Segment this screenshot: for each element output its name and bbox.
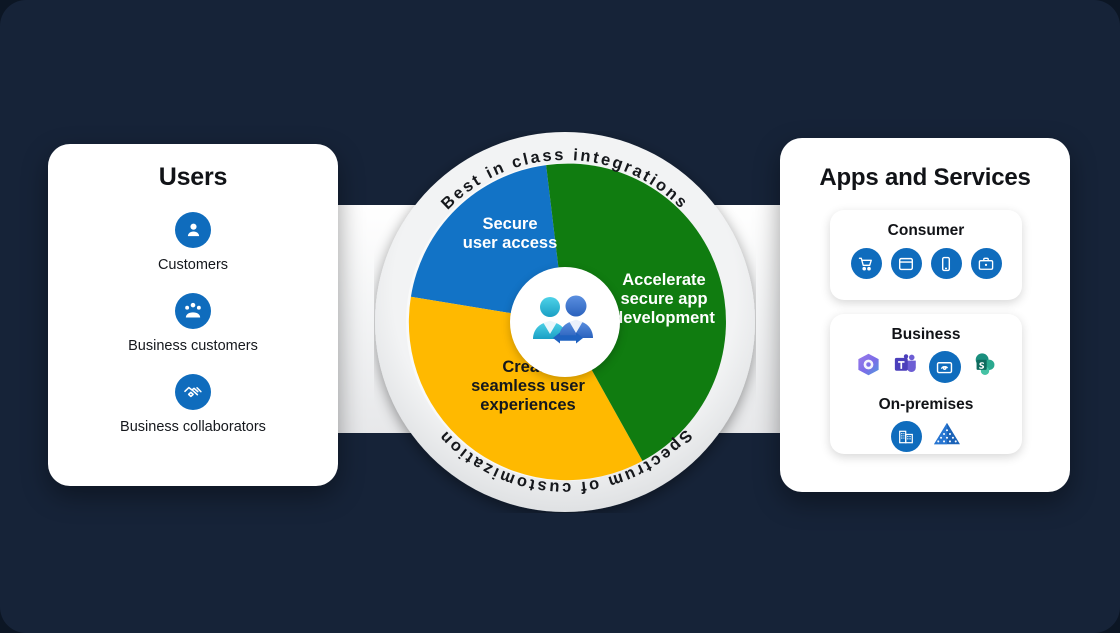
users-panel: Users Customers Business customers Busin… bbox=[48, 144, 338, 486]
business-icon-row bbox=[830, 351, 1022, 383]
users-item-business-collaborators[interactable]: Business collaborators bbox=[48, 374, 338, 435]
users-item-business-customers[interactable]: Business customers bbox=[48, 293, 338, 354]
shopping-cart-icon[interactable] bbox=[850, 248, 882, 279]
on-premises-icon-row bbox=[830, 421, 1022, 452]
office-building-icon[interactable] bbox=[890, 421, 922, 452]
active-directory-icon[interactable] bbox=[932, 421, 962, 452]
apps-panel-title: Apps and Services bbox=[819, 164, 1031, 191]
on-premises-title: On-premises bbox=[878, 396, 974, 413]
consumer-group-title: Consumer bbox=[887, 222, 965, 239]
users-item-label: Business customers bbox=[128, 338, 258, 354]
two-users-exchange-icon bbox=[533, 295, 593, 344]
infographic-canvas: Users Customers Business customers Busin… bbox=[0, 0, 1120, 633]
wheel-hub bbox=[510, 267, 620, 377]
mobile-phone-icon[interactable] bbox=[930, 248, 962, 279]
microsoft-teams-icon[interactable] bbox=[892, 351, 919, 383]
business-group-title: Business bbox=[891, 326, 961, 343]
person-icon bbox=[175, 212, 211, 248]
value-wheel: Best in class integrations Spectrum of c… bbox=[374, 131, 756, 513]
consumer-icon-row bbox=[830, 248, 1022, 279]
users-panel-title: Users bbox=[158, 163, 228, 191]
handshake-icon bbox=[175, 374, 211, 410]
briefcase-icon[interactable] bbox=[970, 248, 1002, 279]
users-item-label: Business collaborators bbox=[120, 419, 266, 435]
microsoft-365-icon[interactable] bbox=[855, 351, 882, 383]
browser-window-icon[interactable] bbox=[890, 248, 922, 279]
apps-and-services-panel: Apps and Services Consumer Business On-p… bbox=[780, 138, 1070, 492]
consumer-group-card: Consumer bbox=[830, 210, 1022, 300]
sharepoint-icon[interactable] bbox=[971, 351, 998, 383]
business-group-card: Business On-premises bbox=[830, 314, 1022, 454]
people-group-icon bbox=[175, 293, 211, 329]
users-item-label: Customers bbox=[157, 257, 229, 273]
users-item-customers[interactable]: Customers bbox=[48, 212, 338, 273]
line-of-business-app-icon[interactable] bbox=[928, 351, 961, 383]
